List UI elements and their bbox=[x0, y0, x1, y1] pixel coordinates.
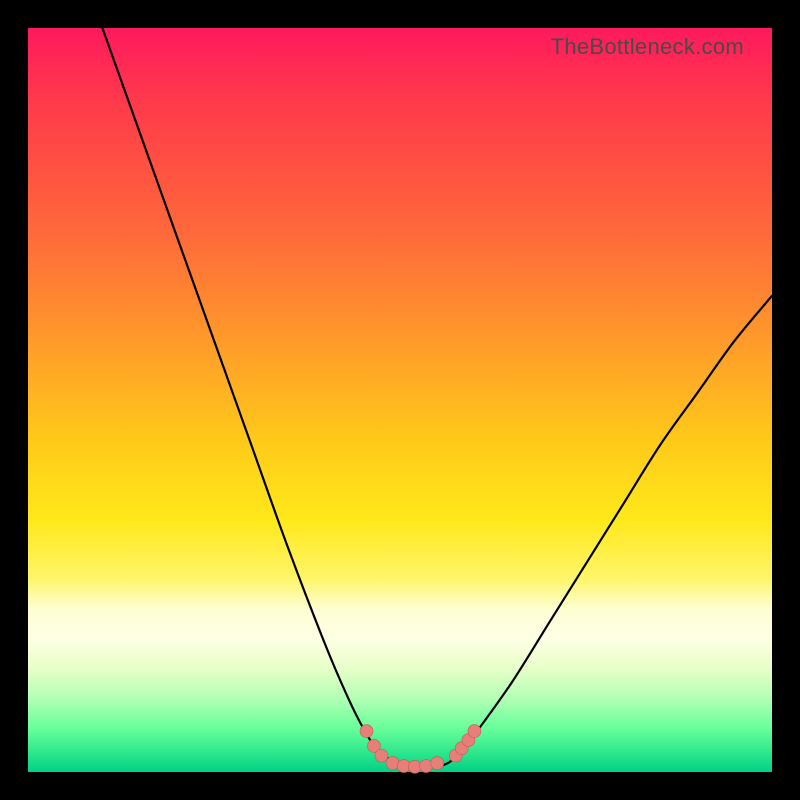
valley-markers-group bbox=[360, 725, 481, 774]
valley-marker bbox=[431, 757, 444, 770]
plot-gradient-area: TheBottleneck.com bbox=[28, 28, 772, 772]
outer-black-frame: TheBottleneck.com bbox=[0, 0, 800, 800]
valley-marker bbox=[375, 749, 388, 762]
bottleneck-curve bbox=[102, 28, 772, 768]
valley-marker bbox=[468, 725, 481, 738]
valley-marker bbox=[360, 725, 373, 738]
chart-svg bbox=[28, 28, 772, 772]
